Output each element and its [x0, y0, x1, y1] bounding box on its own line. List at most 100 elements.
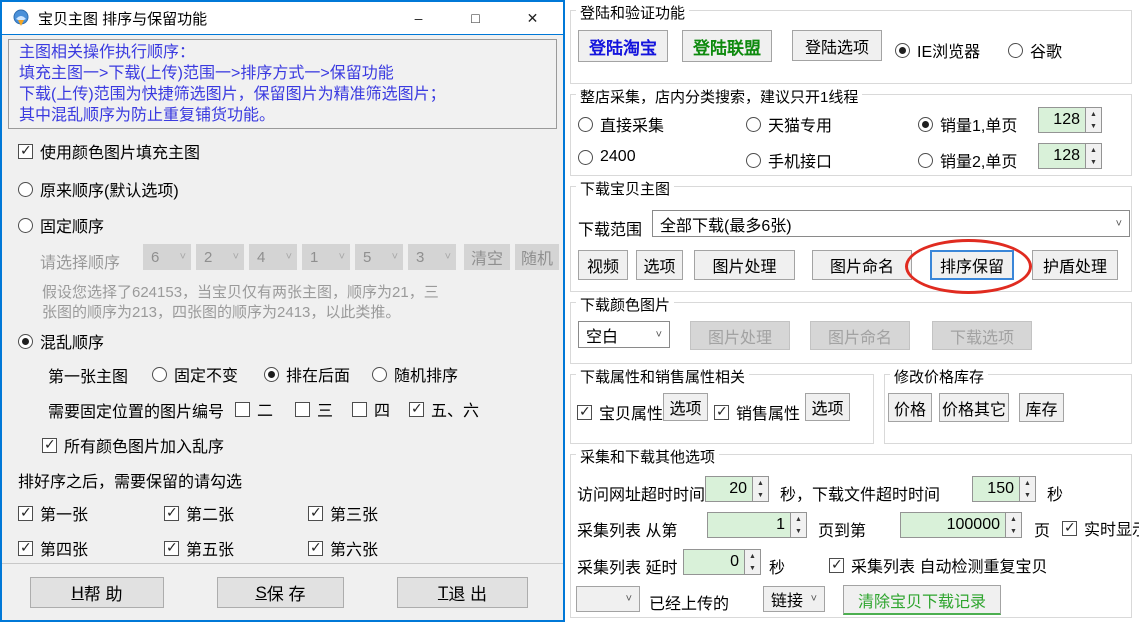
- keep-2-checkbox[interactable]: 第二张: [164, 501, 234, 525]
- order-shuffle-radio[interactable]: 混乱顺序: [18, 329, 104, 353]
- clear-order-button[interactable]: 清空: [464, 244, 510, 270]
- spin-up-icon[interactable]: ▲: [1006, 513, 1021, 525]
- fix-pos-2-checkbox[interactable]: 二: [235, 397, 273, 421]
- spin-up-icon[interactable]: ▲: [753, 477, 768, 489]
- collect-mobile-radio[interactable]: 手机接口: [746, 148, 832, 172]
- sales1-pages-stepper[interactable]: 128 ▲▼: [1038, 107, 1102, 133]
- spin-down-icon[interactable]: ▼: [1086, 120, 1101, 132]
- radio-label: 排在后面: [286, 362, 350, 386]
- login-alliance-button[interactable]: 登陆联盟: [682, 30, 772, 62]
- uploaded-link-select[interactable]: 链接 ˅: [763, 586, 825, 612]
- stock-button[interactable]: 库存: [1019, 393, 1064, 422]
- radio-dot: [746, 117, 761, 132]
- checkbox-box: [308, 506, 323, 521]
- maximize-icon[interactable]: □: [447, 2, 504, 34]
- options-button[interactable]: 选项: [636, 250, 683, 280]
- radio-dot: [578, 150, 593, 165]
- login-options-button[interactable]: 登陆选项: [792, 30, 882, 61]
- image-process-button[interactable]: 图片处理: [694, 250, 795, 280]
- first-fixed-radio[interactable]: 固定不变: [152, 362, 238, 386]
- order-fixed-radio[interactable]: 固定顺序: [18, 213, 104, 237]
- spin-down-icon[interactable]: ▼: [1020, 489, 1035, 501]
- info-line: 其中混乱顺序为防止重复铺货功能。: [19, 105, 546, 126]
- order-slot-4[interactable]: 1˅: [302, 244, 350, 270]
- radio-label: 随机排序: [394, 362, 458, 386]
- sale-attr-checkbox[interactable]: 销售属性: [714, 400, 800, 424]
- spin-up-icon[interactable]: ▲: [791, 513, 806, 525]
- checkbox-box: [308, 541, 323, 556]
- spin-down-icon[interactable]: ▼: [745, 562, 760, 574]
- login-taobao-button[interactable]: 登陆淘宝: [578, 30, 668, 62]
- price-button[interactable]: 价格: [888, 393, 932, 422]
- close-icon[interactable]: ✕: [504, 2, 561, 34]
- order-original-radio[interactable]: 原来顺序(默认选项): [18, 177, 179, 201]
- collect-sales1-radio[interactable]: 销量1,单页: [918, 112, 1017, 136]
- visit-timeout-label: 访问网址超时时间: [577, 481, 705, 505]
- shield-process-button[interactable]: 护盾处理: [1032, 250, 1118, 280]
- order-slot-2[interactable]: 2˅: [196, 244, 244, 270]
- page-unit-label: 页: [1034, 517, 1050, 541]
- download-timeout-stepper[interactable]: 150 ▲▼: [972, 476, 1036, 502]
- uploaded-mode-select[interactable]: ˅: [576, 586, 640, 612]
- keep-3-checkbox[interactable]: 第三张: [308, 501, 378, 525]
- seconds-label: 秒: [1047, 481, 1063, 505]
- color-image-name-button[interactable]: 图片命名: [810, 321, 910, 350]
- collect-direct-radio[interactable]: 直接采集: [578, 112, 664, 136]
- all-colors-shuffle-checkbox[interactable]: 所有颜色图片加入乱序: [42, 433, 224, 457]
- keep-6-checkbox[interactable]: 第六张: [308, 536, 378, 560]
- random-order-button[interactable]: 随机: [515, 244, 559, 270]
- spin-up-icon[interactable]: ▲: [1086, 108, 1101, 120]
- collect-tmall-radio[interactable]: 天猫专用: [746, 112, 832, 136]
- first-back-radio[interactable]: 排在后面: [264, 362, 350, 386]
- delay-stepper[interactable]: 0 ▲▼: [683, 549, 761, 575]
- first-random-radio[interactable]: 随机排序: [372, 362, 458, 386]
- order-slot-1[interactable]: 6˅: [143, 244, 191, 270]
- page-to-stepper[interactable]: 100000 ▲▼: [900, 512, 1022, 538]
- use-color-fill-checkbox[interactable]: 使用颜色图片填充主图: [18, 139, 200, 163]
- checkbox-box: [577, 405, 592, 420]
- order-slot-6[interactable]: 3˅: [408, 244, 456, 270]
- price-other-button[interactable]: 价格其它: [939, 393, 1009, 422]
- page-from-stepper[interactable]: 1 ▲▼: [707, 512, 807, 538]
- spin-down-icon[interactable]: ▼: [1006, 525, 1021, 537]
- keep-4-checkbox[interactable]: 第四张: [18, 536, 88, 560]
- save-button[interactable]: S保 存: [217, 577, 344, 608]
- exit-button[interactable]: T退 出: [397, 577, 528, 608]
- checkbox-box: [714, 405, 729, 420]
- fix-pos-4-checkbox[interactable]: 四: [352, 397, 390, 421]
- spin-down-icon[interactable]: ▼: [791, 525, 806, 537]
- sale-attr-options-button[interactable]: 选项: [805, 393, 850, 421]
- download-range-select[interactable]: 全部下载(最多6张) ˅: [652, 210, 1130, 237]
- order-slot-5[interactable]: 5˅: [355, 244, 403, 270]
- duplicate-check-checkbox[interactable]: 采集列表 自动检测重复宝贝: [829, 553, 1047, 577]
- color-image-process-button[interactable]: 图片处理: [690, 321, 790, 350]
- minimize-icon[interactable]: –: [390, 2, 447, 34]
- realtime-display-checkbox[interactable]: 实时显示: [1062, 516, 1139, 540]
- spin-up-icon[interactable]: ▲: [1086, 144, 1101, 156]
- spin-up-icon[interactable]: ▲: [1020, 477, 1035, 489]
- video-button[interactable]: 视频: [578, 250, 628, 280]
- item-attr-options-button[interactable]: 选项: [663, 393, 708, 421]
- color-download-options-button[interactable]: 下载选项: [932, 321, 1032, 350]
- visit-timeout-stepper[interactable]: 20 ▲▼: [705, 476, 769, 502]
- help-button[interactable]: H帮 助: [30, 577, 164, 608]
- browser-google-radio[interactable]: 谷歌: [1008, 38, 1062, 62]
- keep-1-checkbox[interactable]: 第一张: [18, 501, 88, 525]
- fix-pos-3-checkbox[interactable]: 三: [295, 397, 333, 421]
- keep-5-checkbox[interactable]: 第五张: [164, 536, 234, 560]
- order-slot-3[interactable]: 4˅: [249, 244, 297, 270]
- clear-download-records-button[interactable]: 清除宝贝下载记录: [843, 585, 1001, 615]
- fix-pos-5-6-checkbox[interactable]: 五、六: [409, 397, 479, 421]
- sales2-pages-stepper[interactable]: 128 ▲▼: [1038, 143, 1102, 169]
- item-attr-checkbox[interactable]: 宝贝属性: [577, 400, 663, 424]
- browser-ie-radio[interactable]: IE浏览器: [895, 38, 980, 62]
- collect-2400-radio[interactable]: 2400: [578, 148, 636, 166]
- collect-sales2-radio[interactable]: 销量2,单页: [918, 148, 1017, 172]
- radio-label: 原来顺序(默认选项): [40, 177, 179, 201]
- image-name-button[interactable]: 图片命名: [812, 250, 912, 280]
- color-image-mode-select[interactable]: 空白 ˅: [578, 321, 670, 348]
- spin-down-icon[interactable]: ▼: [753, 489, 768, 501]
- spin-up-icon[interactable]: ▲: [745, 550, 760, 562]
- checkbox-box: [42, 438, 57, 453]
- spin-down-icon[interactable]: ▼: [1086, 156, 1101, 168]
